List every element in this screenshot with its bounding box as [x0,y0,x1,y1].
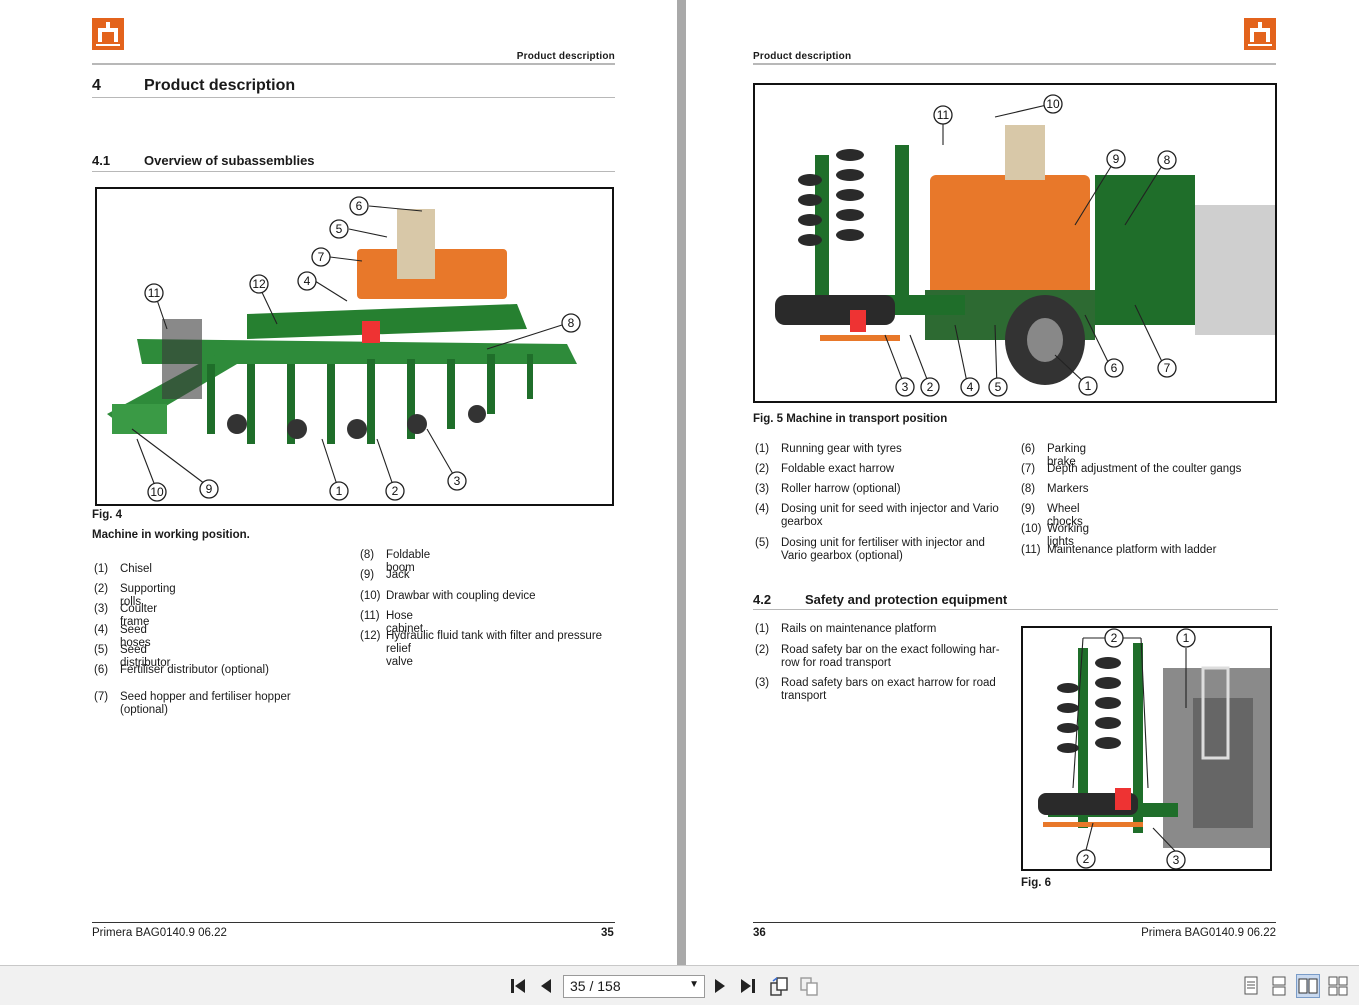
two-page-continuous-icon[interactable] [1326,974,1350,998]
running-header: Product description [516,51,615,62]
figure-4-title: Machine in working position. [92,529,250,541]
chapter-number: 4 [92,77,101,94]
fig6-callout-2-top: 2 [1111,631,1118,645]
figure-4-machine-working: 6 5 7 4 12 11 8 3 2 1 9 10 [95,187,614,506]
fig5-callout-1: 1 [1085,379,1092,393]
section-number: 4.2 [753,592,772,607]
first-page-icon[interactable] [506,974,530,998]
figure-6-caption: Fig. 6 [1021,877,1052,889]
chevron-down-icon: ▼ [689,979,699,990]
continuous-icon[interactable] [1267,974,1291,998]
fig6-callout-3: 3 [1173,853,1180,867]
footer-rule [753,922,1276,923]
brand-logo-icon [1244,18,1276,50]
fig4-callout-4: 4 [304,274,311,288]
fig5-callout-3: 3 [902,380,909,394]
section-rule [92,171,615,172]
next-page-icon[interactable] [708,974,732,998]
section-rule [753,609,1278,610]
last-page-icon[interactable] [736,974,760,998]
fig4-callout-3: 3 [454,474,461,488]
fig5-callout-4: 4 [967,380,974,394]
fig5-callout-10: 10 [1046,97,1060,111]
two-page-icon[interactable] [1296,974,1320,998]
footer-doc-id: Primera BAG0140.9 06.22 [92,927,227,939]
safety-equipment-illustration: 2 1 2 3 [1038,628,1270,869]
figure-5-machine-transport: 10 11 9 8 6 7 1 5 4 2 3 [753,83,1277,403]
figure-6-safety-equipment: 2 1 2 3 [1021,626,1272,871]
section-number: 4.1 [92,153,111,168]
machine-transport-illustration: 10 11 9 8 6 7 1 5 4 2 3 [775,94,1275,397]
fig5-callout-11: 11 [937,108,950,122]
chapter-title: Product description [144,77,296,94]
fig5-callout-7: 7 [1164,361,1171,375]
left-page: Product description 4 Product descriptio… [0,0,677,965]
fig4-callout-5: 5 [336,222,343,236]
viewer-toolbar: 35 / 158 ▼ [0,965,1359,1005]
fig6-callout-2-bottom: 2 [1083,852,1090,866]
fig5-callout-5: 5 [995,380,1002,394]
figure-4-label: Fig. 4 [92,509,123,521]
section-title: Overview of subassemblies [144,153,315,168]
machine-working-illustration: 6 5 7 4 12 11 8 3 2 1 9 10 [107,196,581,502]
page-number-select[interactable]: 35 / 158 ▼ [563,975,705,998]
fig4-callout-9: 9 [206,482,213,496]
fig4-callout-8: 8 [568,316,575,330]
fig6-callout-1: 1 [1183,631,1190,645]
fig4-callout-2: 2 [392,484,399,498]
right-page: Product description 10 11 9 8 6 7 1 5 4 … [686,0,1359,965]
rotate-icon[interactable] [767,974,791,998]
header-rule [92,63,615,65]
section-title: Safety and protection equipment [805,592,1008,607]
fig4-callout-7: 7 [318,250,325,264]
footer-doc-id: Primera BAG0140.9 06.22 [1141,927,1276,939]
fig4-callout-6: 6 [356,199,363,213]
fig4-callout-10: 10 [150,485,164,499]
fig5-callout-6: 6 [1111,361,1118,375]
page-number-display: 35 / 158 [570,978,621,994]
footer-page-number: 36 [753,927,766,939]
fig4-callout-11: 11 [148,286,161,300]
chapter-rule [92,97,615,98]
fig5-callout-9: 9 [1113,152,1120,166]
fig5-callout-2: 2 [927,380,934,394]
rotate-alt-icon[interactable] [797,974,821,998]
prev-page-icon[interactable] [534,974,558,998]
fig5-callout-8: 8 [1164,153,1171,167]
footer-page-number: 35 [601,927,614,939]
running-header: Product description [753,51,852,62]
figure-5-caption: Fig. 5 Machine in transport position [753,413,948,425]
header-rule [753,63,1276,65]
fig4-callout-1: 1 [336,484,343,498]
brand-logo-icon [92,18,124,50]
footer-rule [92,922,615,923]
single-page-icon[interactable] [1239,974,1263,998]
fig4-callout-12: 12 [252,277,266,291]
